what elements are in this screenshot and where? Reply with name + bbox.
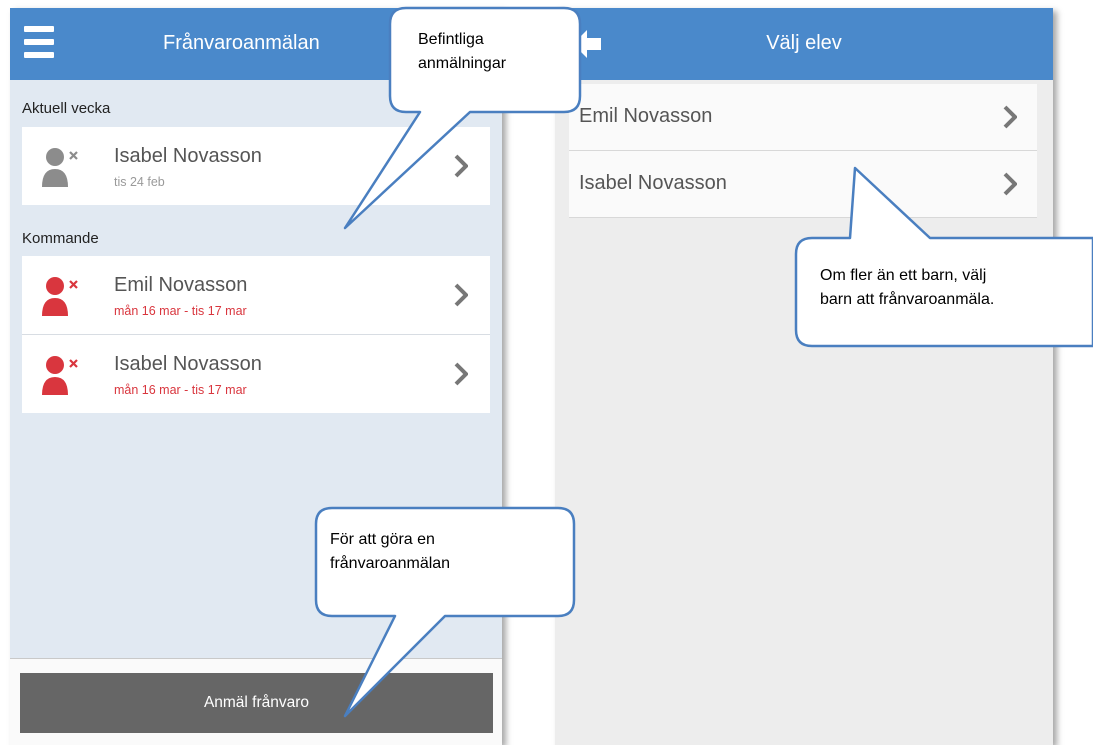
callout-line: anmälningar: [418, 55, 507, 72]
section-header-current-week: Aktuell vecka: [22, 100, 111, 117]
callout-report-text: För att göra en frånvaroanmälan: [330, 528, 450, 576]
upcoming-list: Emil Novasson mån 16 mar - tis 17 mar Is…: [22, 256, 490, 413]
callout-line: Befintliga: [418, 31, 484, 48]
report-absence-button[interactable]: Anmäl frånvaro: [20, 673, 493, 733]
absence-item[interactable]: Emil Novasson mån 16 mar - tis 17 mar: [22, 256, 490, 335]
person-x-icon: [42, 277, 78, 316]
student-name: Isabel Novasson: [579, 172, 727, 194]
page-title: Frånvaroanmälan: [163, 32, 320, 54]
callout-line: barn att frånvaroanmäla.: [820, 291, 995, 308]
student-list-item[interactable]: Emil Novasson: [569, 84, 1037, 151]
current-week-list: Isabel Novasson tis 24 feb: [22, 127, 490, 205]
callout-line: frånvaroanmälan: [330, 555, 451, 572]
person-x-icon: [42, 148, 78, 187]
app-header: Välj elev: [555, 8, 1053, 80]
choose-student-screen: Välj elev Emil Novasson Isabel Novasson: [555, 8, 1053, 745]
callout-line: För att göra en: [330, 531, 435, 548]
hamburger-menu-icon[interactable]: [24, 26, 54, 62]
callout-existing-text: Befintliga anmälningar: [418, 28, 506, 76]
student-list: Emil Novasson Isabel Novasson: [569, 84, 1037, 218]
student-name: Isabel Novasson: [114, 145, 262, 167]
page-title: Välj elev: [766, 32, 842, 54]
callout-line: Om fler än ett barn, välj: [820, 267, 987, 284]
chevron-right-icon: [454, 283, 468, 307]
student-name: Emil Novasson: [114, 274, 248, 296]
chevron-right-icon: [454, 362, 468, 386]
chevron-right-icon: [1003, 172, 1017, 196]
student-list-item[interactable]: Isabel Novasson: [569, 151, 1037, 218]
callout-choose-text: Om fler än ett barn, välj barn att frånv…: [820, 264, 994, 312]
chevron-right-icon: [1003, 105, 1017, 129]
absence-item[interactable]: Isabel Novasson tis 24 feb: [22, 127, 490, 205]
absence-date: mån 16 mar - tis 17 mar: [114, 304, 247, 318]
absence-list-screen: Frånvaroanmälan Aktuell vecka Isabel Nov…: [10, 8, 502, 745]
student-name: Isabel Novasson: [114, 353, 262, 375]
absence-date: tis 24 feb: [114, 175, 165, 189]
person-x-icon: [42, 356, 78, 395]
absence-item[interactable]: Isabel Novasson mån 16 mar - tis 17 mar: [22, 335, 490, 413]
chevron-right-icon: [454, 154, 468, 178]
absence-date: mån 16 mar - tis 17 mar: [114, 383, 247, 397]
section-header-upcoming: Kommande: [22, 230, 99, 247]
student-name: Emil Novasson: [579, 105, 713, 127]
